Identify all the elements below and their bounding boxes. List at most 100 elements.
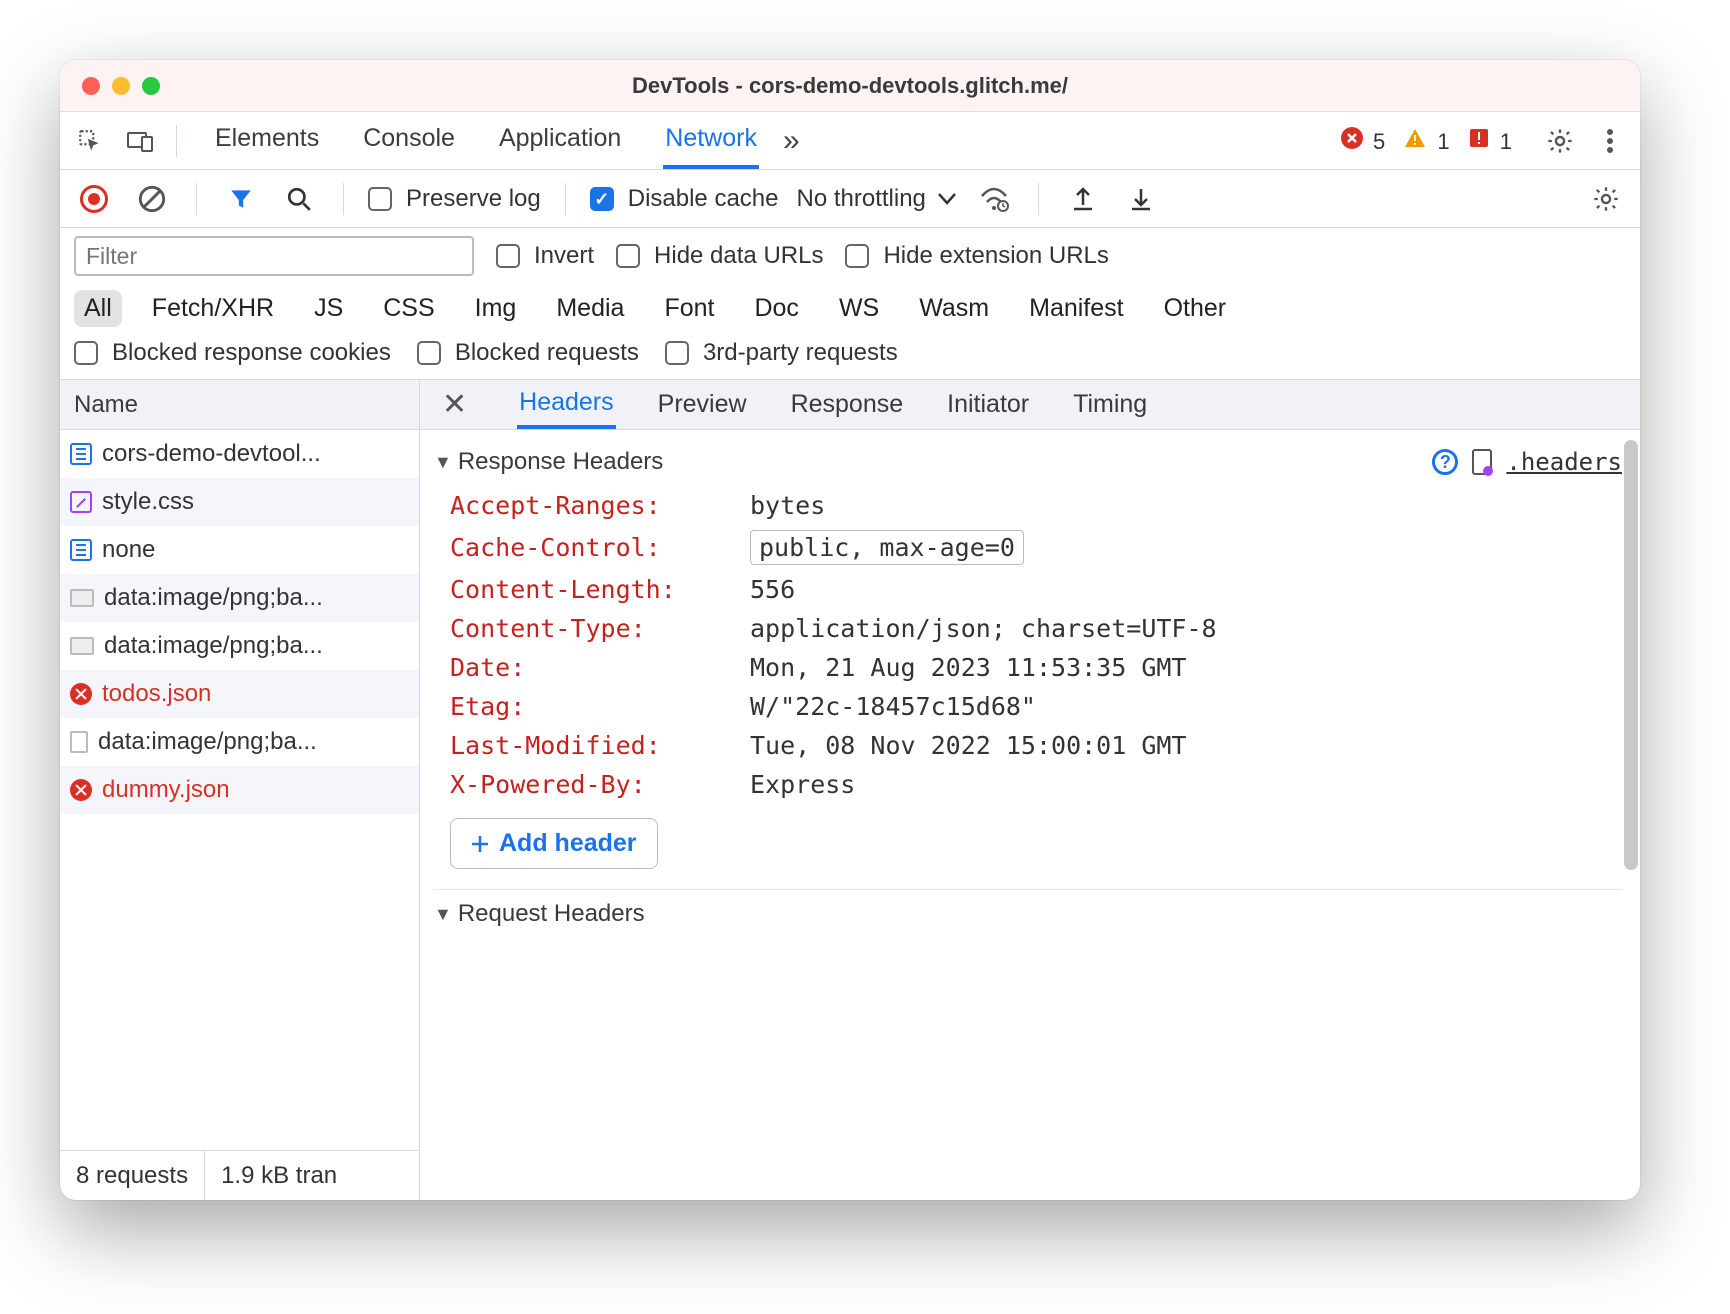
- clear-button[interactable]: [132, 179, 172, 219]
- more-tabs-button[interactable]: »: [769, 124, 814, 158]
- request-row[interactable]: todos.json: [60, 670, 419, 718]
- warnings-badge[interactable]: 1: [1403, 127, 1459, 155]
- request-row[interactable]: data:image/png;ba...: [60, 574, 419, 622]
- maximize-window-button[interactable]: [142, 77, 160, 95]
- detail-tab-initiator[interactable]: Initiator: [945, 382, 1031, 427]
- kebab-menu-icon[interactable]: [1590, 121, 1630, 161]
- type-chip-fetch[interactable]: Fetch/XHR: [142, 290, 284, 327]
- request-row[interactable]: data:image/png;ba...: [60, 622, 419, 670]
- document-icon: [70, 539, 92, 561]
- invert-checkbox[interactable]: Invert: [496, 242, 594, 270]
- divider: [565, 183, 566, 215]
- header-row[interactable]: Last-Modified:Tue, 08 Nov 2022 15:00:01 …: [450, 726, 1622, 765]
- chevron-down-icon: [938, 193, 956, 205]
- request-label: none: [102, 536, 409, 564]
- plus-icon: [471, 835, 489, 853]
- tab-console[interactable]: Console: [361, 112, 457, 169]
- header-value-editable[interactable]: public, max-age=0: [750, 530, 1024, 565]
- header-value: Express: [750, 770, 855, 799]
- request-label: style.css: [102, 488, 409, 516]
- record-button[interactable]: [74, 179, 114, 219]
- request-list: cors-demo-devtool... style.css none data…: [60, 430, 419, 1150]
- blocked-filter-row: Blocked response cookies Blocked request…: [60, 333, 1640, 380]
- request-label: data:image/png;ba...: [104, 584, 409, 612]
- hide-data-urls-checkbox[interactable]: Hide data URLs: [616, 242, 823, 270]
- request-row[interactable]: none: [60, 526, 419, 574]
- request-row[interactable]: data:image/png;ba...: [60, 718, 419, 766]
- header-row[interactable]: Accept-Ranges:bytes: [450, 486, 1622, 525]
- preserve-log-checkbox[interactable]: Preserve log: [368, 185, 541, 213]
- header-row[interactable]: Content-Type:application/json; charset=U…: [450, 609, 1622, 648]
- hide-extension-urls-checkbox[interactable]: Hide extension URLs: [845, 242, 1108, 270]
- preserve-log-label: Preserve log: [406, 185, 541, 213]
- network-conditions-icon[interactable]: [974, 179, 1014, 219]
- raw-headers-link[interactable]: .headers: [1506, 448, 1622, 476]
- request-row[interactable]: cors-demo-devtool...: [60, 430, 419, 478]
- divider: [196, 183, 197, 215]
- section-header[interactable]: ▼ Response Headers ? .headers: [434, 440, 1622, 484]
- header-row[interactable]: Date:Mon, 21 Aug 2023 11:53:35 GMT: [450, 648, 1622, 687]
- settings-icon[interactable]: [1540, 121, 1580, 161]
- type-chip-img[interactable]: Img: [465, 290, 527, 327]
- override-file-icon[interactable]: [1472, 449, 1492, 475]
- issues-count: 1: [1500, 129, 1512, 154]
- type-chip-manifest[interactable]: Manifest: [1019, 290, 1133, 327]
- filter-icon[interactable]: [221, 179, 261, 219]
- blocked-cookies-checkbox[interactable]: Blocked response cookies: [74, 339, 391, 367]
- type-chip-other[interactable]: Other: [1154, 290, 1237, 327]
- errors-badge[interactable]: 5: [1341, 127, 1395, 155]
- type-chip-css[interactable]: CSS: [373, 290, 444, 327]
- divider: [343, 183, 344, 215]
- inspect-icon[interactable]: [70, 121, 110, 161]
- type-chip-all[interactable]: All: [74, 290, 122, 327]
- blocked-requests-checkbox[interactable]: Blocked requests: [417, 339, 639, 367]
- detail-tab-timing[interactable]: Timing: [1071, 382, 1149, 427]
- download-har-icon[interactable]: [1121, 179, 1161, 219]
- search-icon[interactable]: [279, 179, 319, 219]
- main-area: Name cors-demo-devtool... style.css none…: [60, 380, 1640, 1200]
- network-settings-icon[interactable]: [1586, 179, 1626, 219]
- type-chip-doc[interactable]: Doc: [744, 290, 808, 327]
- throttling-value: No throttling: [796, 185, 925, 213]
- tab-elements[interactable]: Elements: [213, 112, 321, 169]
- minimize-window-button[interactable]: [112, 77, 130, 95]
- type-chip-font[interactable]: Font: [654, 290, 724, 327]
- disclosure-triangle-icon: ▼: [434, 904, 452, 925]
- header-name: Content-Length:: [450, 575, 750, 604]
- error-icon: [70, 779, 92, 801]
- upload-har-icon[interactable]: [1063, 179, 1103, 219]
- type-chip-media[interactable]: Media: [546, 290, 634, 327]
- detail-tabs: ✕ Headers Preview Response Initiator Tim…: [420, 380, 1640, 430]
- help-icon[interactable]: ?: [1432, 449, 1458, 475]
- disable-cache-checkbox[interactable]: Disable cache: [590, 185, 779, 213]
- third-party-checkbox[interactable]: 3rd-party requests: [665, 339, 898, 367]
- header-row[interactable]: X-Powered-By:Express: [450, 765, 1622, 804]
- main-tabset: Elements Console Application Network: [213, 112, 759, 169]
- type-chip-js[interactable]: JS: [304, 290, 353, 327]
- header-row[interactable]: Etag:W/"22c-18457c15d68": [450, 687, 1622, 726]
- type-chip-ws[interactable]: WS: [829, 290, 889, 327]
- issues-badge[interactable]: 1: [1468, 127, 1522, 155]
- section-title: Request Headers: [458, 900, 645, 928]
- detail-tab-preview[interactable]: Preview: [656, 382, 749, 427]
- device-toolbar-icon[interactable]: [120, 121, 160, 161]
- devtools-window: DevTools - cors-demo-devtools.glitch.me/…: [60, 60, 1640, 1200]
- header-row[interactable]: Content-Length:556: [450, 570, 1622, 609]
- warnings-count: 1: [1437, 129, 1449, 154]
- request-row[interactable]: style.css: [60, 478, 419, 526]
- tab-application[interactable]: Application: [497, 112, 623, 169]
- type-chip-wasm[interactable]: Wasm: [909, 290, 999, 327]
- tab-network[interactable]: Network: [663, 112, 759, 169]
- header-row[interactable]: Cache-Control:public, max-age=0: [450, 525, 1622, 570]
- throttling-select[interactable]: No throttling: [796, 185, 955, 213]
- close-detail-button[interactable]: ✕: [432, 387, 477, 422]
- detail-tab-response[interactable]: Response: [789, 382, 906, 427]
- close-window-button[interactable]: [82, 77, 100, 95]
- request-row[interactable]: dummy.json: [60, 766, 419, 814]
- column-header-name[interactable]: Name: [60, 380, 419, 430]
- detail-tab-headers[interactable]: Headers: [517, 380, 616, 429]
- filter-input[interactable]: [74, 236, 474, 276]
- add-header-button[interactable]: Add header: [450, 818, 658, 869]
- scrollbar-thumb[interactable]: [1624, 440, 1638, 870]
- request-headers-section-header[interactable]: ▼ Request Headers: [434, 890, 1622, 936]
